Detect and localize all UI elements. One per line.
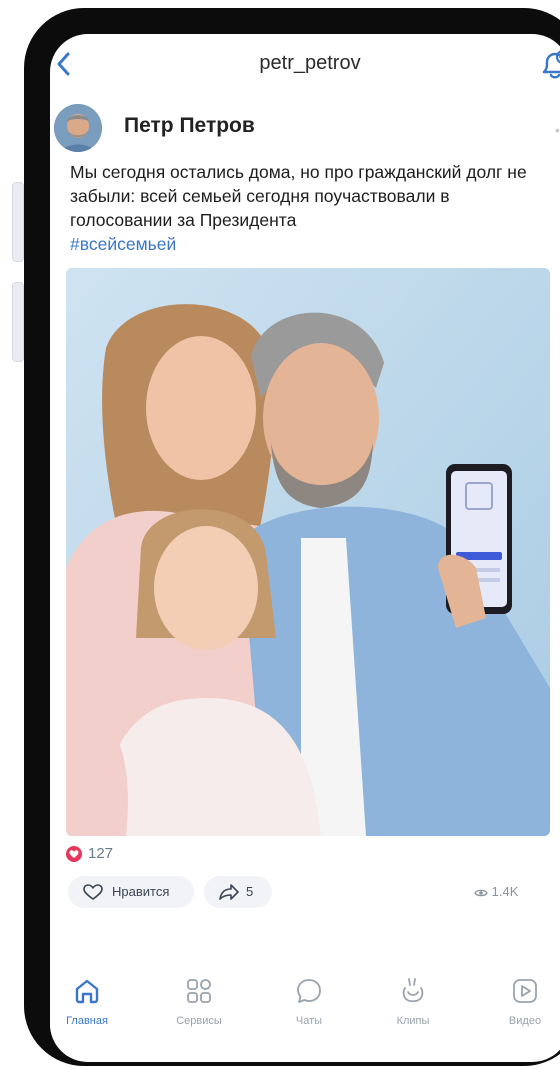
tab-home[interactable]: Главная [50,976,132,1027]
post-text-block: Мы сегодня остались дома, но про граждан… [70,160,550,256]
clips-icon [398,976,428,1006]
views-counter: 1.4K [474,884,518,899]
hashtag-link[interactable]: #всейсемьей [70,234,176,254]
likes-count: 127 [88,845,114,862]
services-icon [184,976,214,1006]
eye-icon [474,888,488,898]
share-icon [218,883,240,901]
home-icon [72,976,102,1006]
volume-up-button [12,182,24,262]
chat-icon [294,976,324,1006]
post-text: Мы сегодня остались дома, но про граждан… [70,162,527,230]
heart-badge-icon [66,846,82,862]
tab-clips[interactable]: Клипы [368,976,458,1027]
post-author[interactable]: Петр Петров ••• [50,104,560,164]
like-label: Нравится [112,884,170,899]
post-photo[interactable] [66,268,550,836]
tab-label-video: Видео [508,1015,542,1027]
share-button[interactable]: 5 [204,876,272,908]
heart-outline-icon [82,883,104,901]
video-icon [510,976,540,1006]
tab-video[interactable]: Видео [480,976,560,1027]
share-count: 5 [246,884,254,899]
page-title: petr_petrov [259,52,361,74]
avatar[interactable] [54,104,102,152]
screen: petr_petrov Петр Петров Мы сегодня остал… [50,34,560,1062]
like-button[interactable]: Нравится [68,876,194,908]
tab-chats[interactable]: Чаты [264,976,354,1027]
tab-label-chats: Чаты [295,1015,323,1027]
views-count: 1.4K [491,884,519,899]
tab-services[interactable]: Сервисы [154,976,244,1027]
author-name[interactable]: Петр Петров [124,114,255,138]
more-icon[interactable]: ••• [555,122,560,138]
phone-frame: petr_petrov Петр Петров Мы сегодня остал… [24,8,560,1066]
bell-plus-icon[interactable] [538,48,560,82]
likes-summary[interactable]: 127 [66,844,266,868]
tab-label-clips: Клипы [396,1015,430,1027]
header: petr_petrov [50,48,560,98]
tab-label-home: Главная [66,1015,108,1027]
tab-label-services: Сервисы [176,1015,222,1027]
bottom-tab-bar: Главная Сервисы Чаты Клипы Видео [50,966,560,1056]
volume-down-button [12,282,24,362]
